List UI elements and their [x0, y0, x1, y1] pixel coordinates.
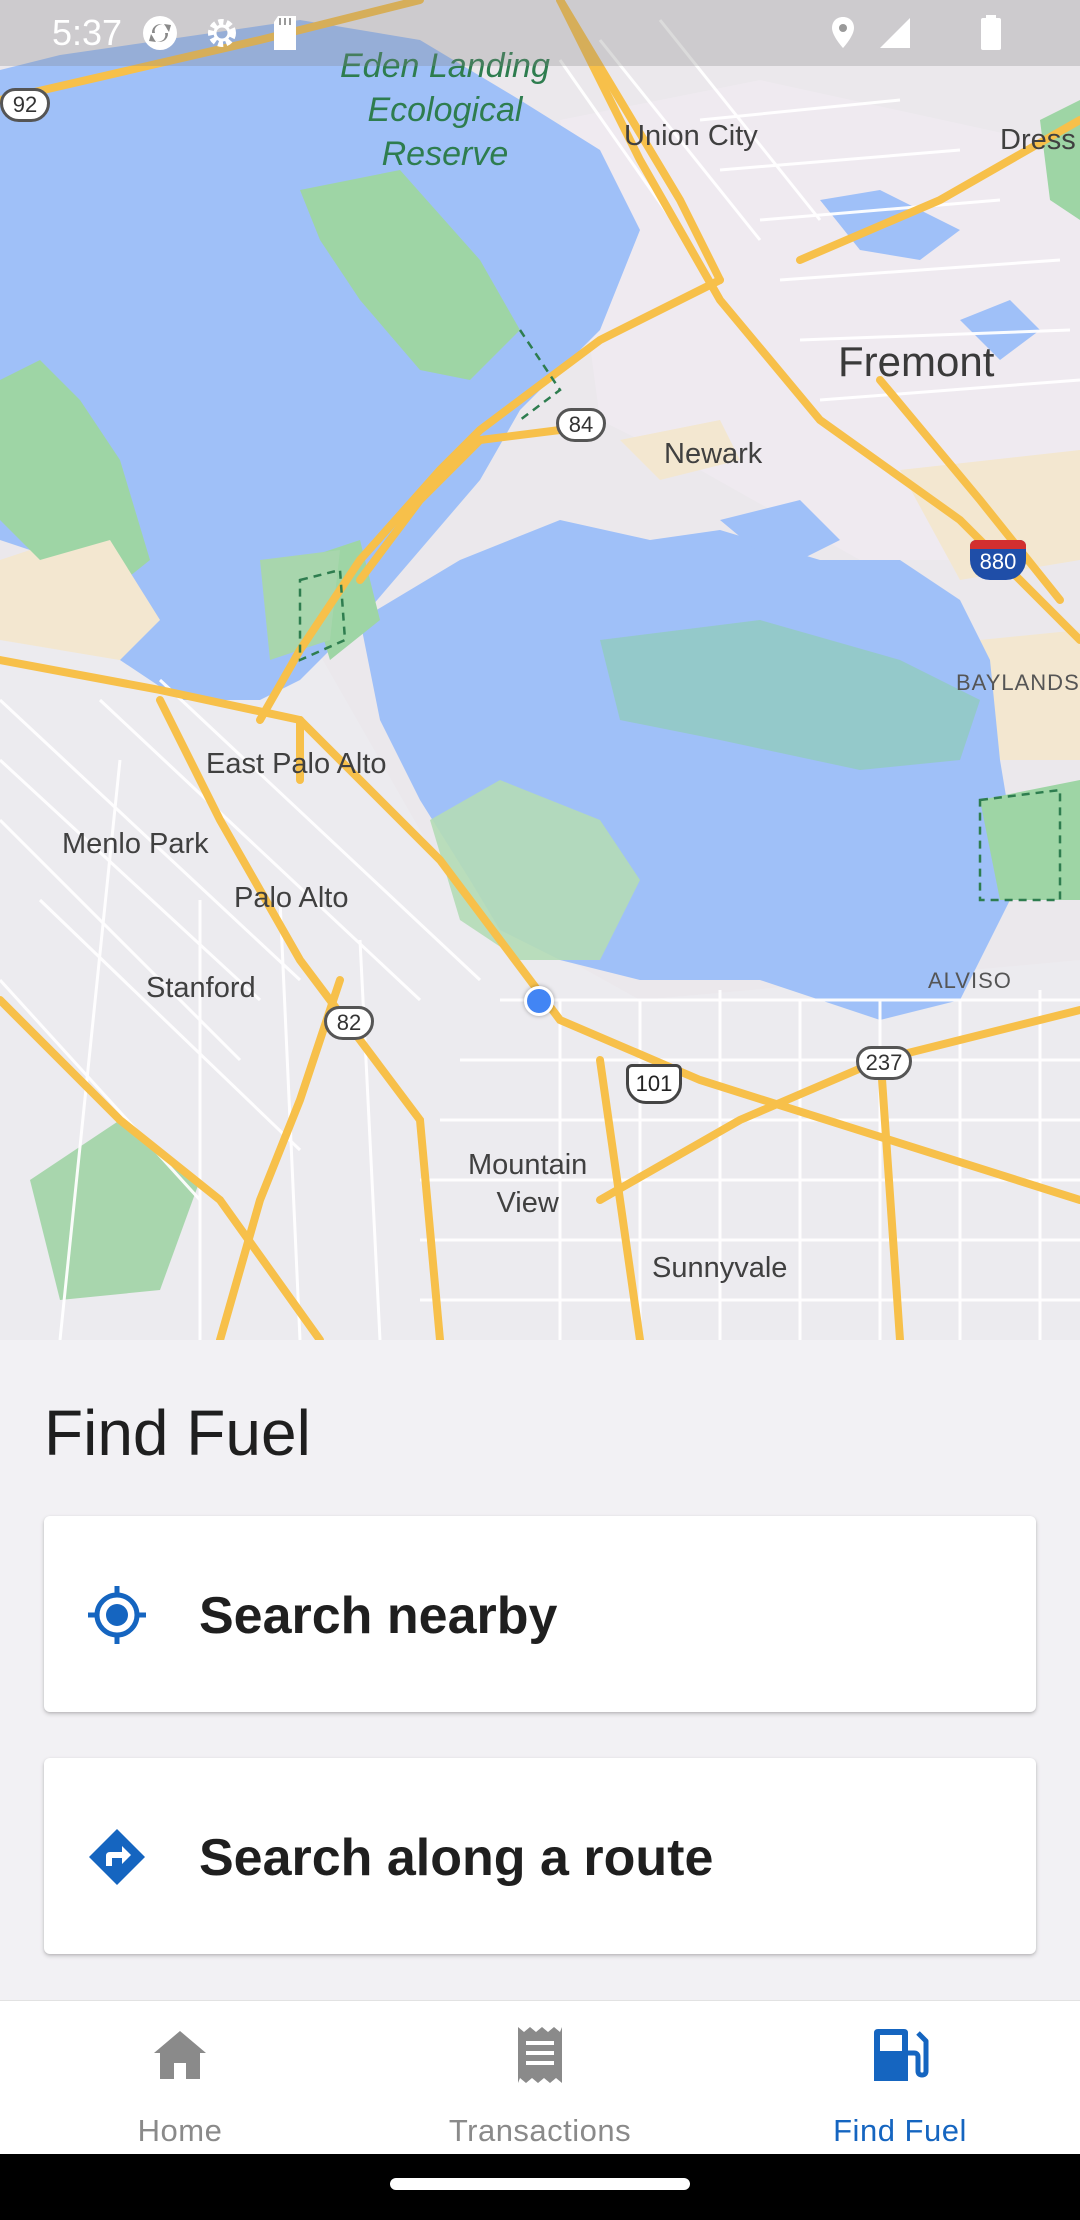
current-location-marker [524, 986, 554, 1016]
nav-transactions-label: Transactions [448, 2113, 632, 2148]
mountain-view-line-2: View [496, 1187, 559, 1219]
map-label-menlo-park: Menlo Park [62, 828, 209, 860]
my-location-icon [88, 1586, 146, 1644]
cell-signal-icon [880, 18, 910, 48]
interstate-880-shield: 880 [970, 540, 1026, 580]
nav-transactions[interactable]: Transactions [360, 2001, 720, 2155]
directions-icon [89, 1829, 145, 1885]
search-along-route-label: Search along a route [199, 1829, 714, 1887]
map-label-fremont: Fremont [838, 338, 995, 385]
route-237-shield: 237 [856, 1046, 912, 1080]
interstate-880-label: 880 [979, 549, 1017, 574]
gas-station-icon [874, 2029, 929, 2081]
us-101-shield: 101 [626, 1064, 682, 1104]
status-time: 5:37 [52, 12, 123, 53]
battery-icon [981, 15, 1001, 50]
nav-home-label: Home [137, 2113, 223, 2148]
map-label-palo-alto: Palo Alto [234, 882, 349, 914]
location-icon [832, 17, 854, 48]
nav-find-fuel-label: Find Fuel [833, 2113, 967, 2148]
map-label-alviso: ALVISO [928, 968, 1012, 993]
settings-gear-icon [208, 19, 236, 47]
search-nearby-label: Search nearby [199, 1587, 558, 1645]
bottom-navigation: Home Transactions Find Fuel [0, 2000, 1080, 2154]
map-view[interactable]: Eden Landing Ecological Reserve Union Ci… [0, 0, 1080, 1340]
map-label-sunnyvale: Sunnyvale [652, 1252, 788, 1284]
sd-card-icon [274, 16, 296, 50]
find-fuel-panel: Find Fuel Search nearby Search along a r… [0, 1340, 1080, 2000]
eden-line-3: Reserve [381, 135, 509, 173]
map-label-baylands: BAYLANDS [956, 670, 1080, 695]
mountain-view-line-1: Mountain [468, 1149, 588, 1181]
map-label-stanford: Stanford [146, 972, 256, 1004]
route-84-shield: 84 [556, 408, 606, 442]
map-label-newark: Newark [664, 438, 763, 470]
route-82-shield: 82 [324, 1006, 374, 1040]
status-bar: 5:37 [0, 0, 1080, 66]
map-label-east-palo-alto: East Palo Alto [206, 748, 387, 780]
nav-home[interactable]: Home [0, 2001, 360, 2155]
map-label-mountain-view: Mountain View [468, 1146, 587, 1222]
system-gesture-bar [0, 2154, 1080, 2220]
nav-find-fuel[interactable]: Find Fuel [720, 2001, 1080, 2155]
search-along-route-button[interactable]: Search along a route [44, 1758, 1036, 1954]
page-title: Find Fuel [44, 1397, 311, 1469]
route-92-shield: 92 [0, 88, 50, 122]
receipt-icon [518, 2027, 562, 2083]
eden-line-2: Ecological [367, 91, 523, 129]
map-label-union-city: Union City [624, 120, 758, 152]
sync-icon [143, 16, 177, 50]
home-gesture-handle[interactable] [390, 2178, 690, 2190]
map-canvas[interactable] [0, 0, 1080, 1340]
app-screen: Eden Landing Ecological Reserve Union Ci… [0, 0, 1080, 2220]
search-nearby-button[interactable]: Search nearby [44, 1516, 1036, 1712]
map-label-dress: Dress [1000, 124, 1076, 156]
home-icon [154, 2031, 206, 2079]
